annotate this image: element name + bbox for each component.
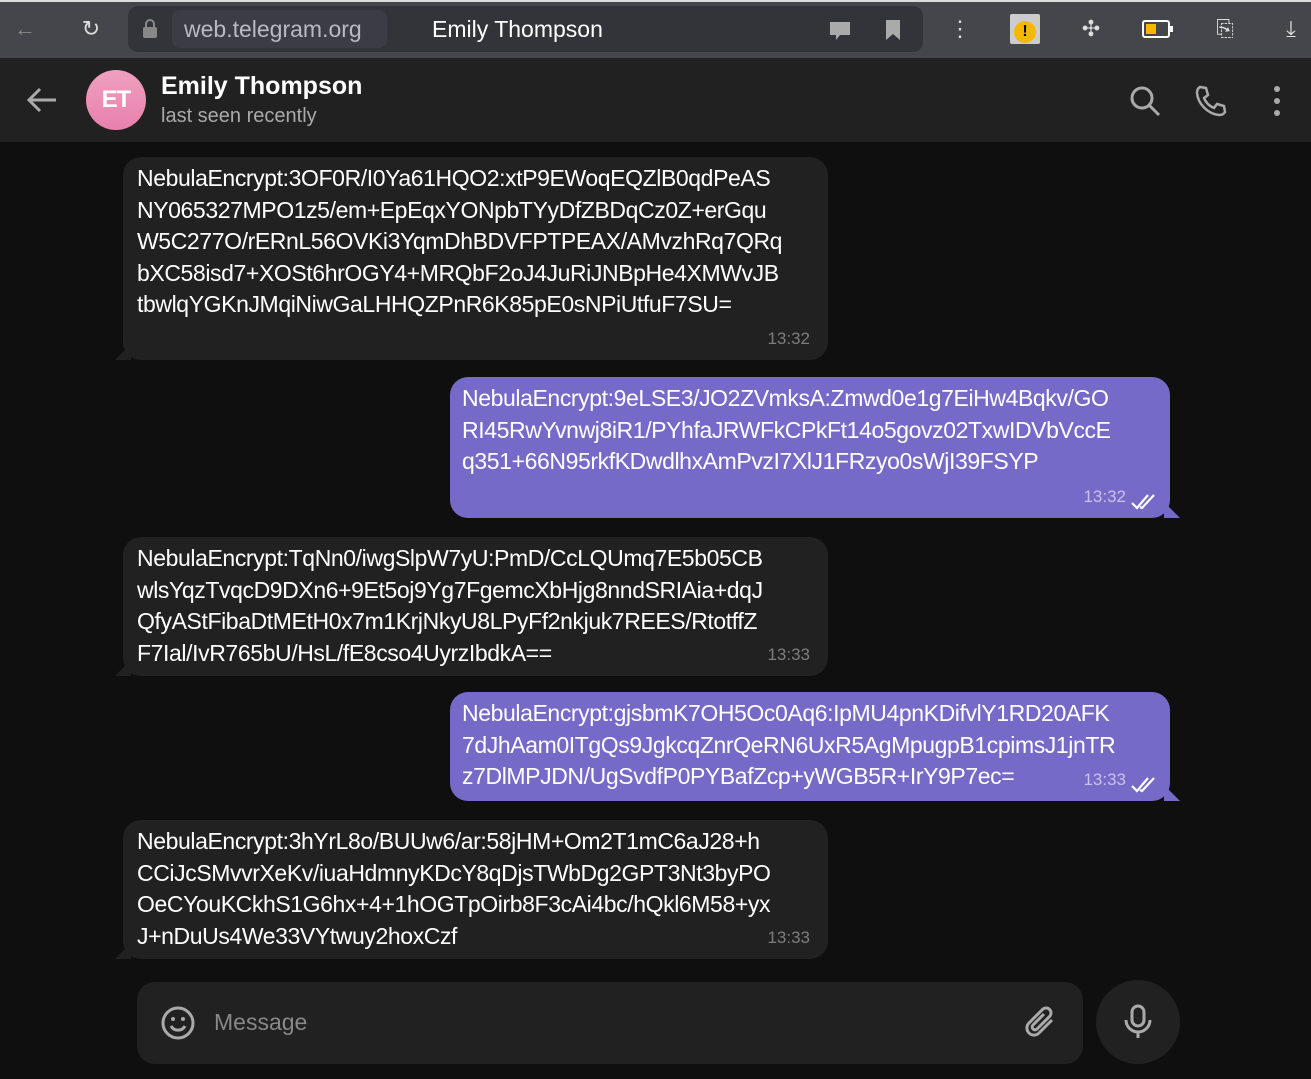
url-text[interactable]: web.telegram.org	[172, 10, 387, 48]
message-text-line: NY065327MPO1z5/em+EpEqxYONpbTYyDfZBDqCz0…	[137, 196, 767, 223]
attach-paperclip-icon[interactable]	[1024, 1004, 1060, 1042]
translate-icon[interactable]: ⎘	[1210, 14, 1240, 44]
extensions-puzzle-icon[interactable]: ✣	[1076, 14, 1106, 44]
message-text-line: CCiJcSMvvrXeKv/iuaHdmnyKDcY8qDjsTWbDg2GP…	[137, 859, 771, 886]
more-options-icon[interactable]	[1260, 84, 1294, 118]
phone-icon[interactable]	[1194, 84, 1228, 118]
message-text-line: W5C277O/rERnL56OVKi3YqmDhBDVFPTPEAX/AMvz…	[137, 228, 783, 254]
message-text-line: q351+66N95rkfKDwdlhxAmPvzI7XlJ1FRzyo0sWj…	[462, 448, 1039, 474]
message-time: 13:33	[767, 644, 810, 664]
message-bubble-incoming[interactable]: NebulaEncrypt:TqNn0/iwgSlpW7yU:PmD/CcLQU…	[115, 537, 828, 676]
message-time: 13:32	[1083, 486, 1126, 506]
contact-status: last seen recently	[161, 105, 317, 127]
search-icon[interactable]	[1128, 84, 1162, 118]
chat-bubble-icon[interactable]	[828, 20, 852, 42]
voice-record-button[interactable]	[1096, 980, 1180, 1064]
message-text-line: J+nDuUs4We33VYtwuy2hoxCzf	[137, 922, 458, 949]
message-time: 13:32	[767, 328, 810, 348]
bookmark-icon[interactable]	[884, 18, 902, 42]
message-time: 13:33	[767, 927, 810, 947]
message-bubble-outgoing[interactable]: NebulaEncrypt:9eLSE3/JO2ZVmksA:Zmwd0e1g7…	[450, 377, 1180, 518]
back-arrow-icon[interactable]	[26, 86, 58, 114]
battery-icon[interactable]	[1142, 20, 1174, 38]
message-time: 13:33	[1083, 769, 1126, 789]
double-check-read-icon	[1131, 777, 1155, 793]
download-icon[interactable]: ⤓	[1276, 14, 1306, 44]
message-text-line: bXC58isd7+XOSt6hrOGY4+MRQbF2oJ4JuRiJNBpH…	[137, 259, 779, 286]
browser-toolbar: ← ↻ web.telegram.org Emily Thompson ⋮ ! …	[0, 0, 1311, 58]
message-text-line: NebulaEncrypt:TqNn0/iwgSlpW7yU:PmD/CcLQU…	[137, 545, 763, 571]
emoji-icon[interactable]	[160, 1005, 196, 1041]
message-text-line: OeCYouKCkhS1G6hx+4+1hOGTpOirb8F3cAi4bc/h…	[137, 891, 771, 917]
message-text-line: NebulaEncrypt:gjsbmK7OH5Oc0Aq6:IpMU4pnKD…	[462, 700, 1110, 726]
message-text-line: QfyAStFibaDtMEtH0x7m1KrjNkyU8LPyFf2nkjuk…	[137, 608, 758, 634]
message-text-line: RI45RwYvnwj8iR1/PYhfaJRWFkCPkFt14o5govz0…	[462, 416, 1111, 443]
contact-name[interactable]: Emily Thompson	[161, 72, 362, 101]
message-text-line: NebulaEncrypt:9eLSE3/JO2ZVmksA:Zmwd0e1g7…	[462, 385, 1109, 411]
page-title-text: Emily Thompson	[432, 16, 603, 42]
message-text-line: 7dJhAam0ITgQs9JgkcqZnrQeRN6UxR5AgMpugpB1…	[462, 731, 1116, 758]
more-vertical-icon[interactable]: ⋮	[945, 14, 975, 44]
message-bubble-incoming[interactable]: NebulaEncrypt:3hYrL8o/BUUw6/ar:58jHM+Om2…	[115, 820, 828, 959]
avatar[interactable]: ET	[86, 70, 146, 130]
lock-icon	[143, 19, 157, 38]
message-input[interactable]: Message	[214, 1009, 307, 1036]
message-text-line: tbwlqYGKnJMqiNiwGaLHHQZPnR6K85pE0sNPiUtf…	[137, 291, 732, 317]
back-icon[interactable]: ←	[10, 14, 40, 44]
double-check-read-icon	[1131, 494, 1155, 510]
message-text-line: NebulaEncrypt:3hYrL8o/BUUw6/ar:58jHM+Om2…	[137, 828, 760, 854]
message-text-line: wlsYqzTvqcD9DXn6+9Et5oj9Yg7FgemcXbHjg8nn…	[137, 576, 763, 603]
message-bubble-incoming[interactable]: NebulaEncrypt:3OF0R/I0Ya61HQO2:xtP9EWoqE…	[115, 157, 828, 360]
microphone-icon	[1124, 1004, 1152, 1038]
message-text-line: z7DlMPJDN/UgSvdfP0PYBafZcp+yWGB5R+IrY9P7…	[462, 763, 1015, 789]
warning-extension-icon[interactable]: !	[1010, 14, 1040, 44]
message-bubble-outgoing[interactable]: NebulaEncrypt:gjsbmK7OH5Oc0Aq6:IpMU4pnKD…	[450, 692, 1180, 801]
message-text-line: F7Ial/IvR765bU/HsL/fE8cso4UyrzIbdkA==	[137, 639, 552, 666]
reload-icon[interactable]: ↻	[76, 14, 106, 44]
message-text-line: NebulaEncrypt:3OF0R/I0Ya61HQO2:xtP9EWoqE…	[137, 165, 771, 191]
